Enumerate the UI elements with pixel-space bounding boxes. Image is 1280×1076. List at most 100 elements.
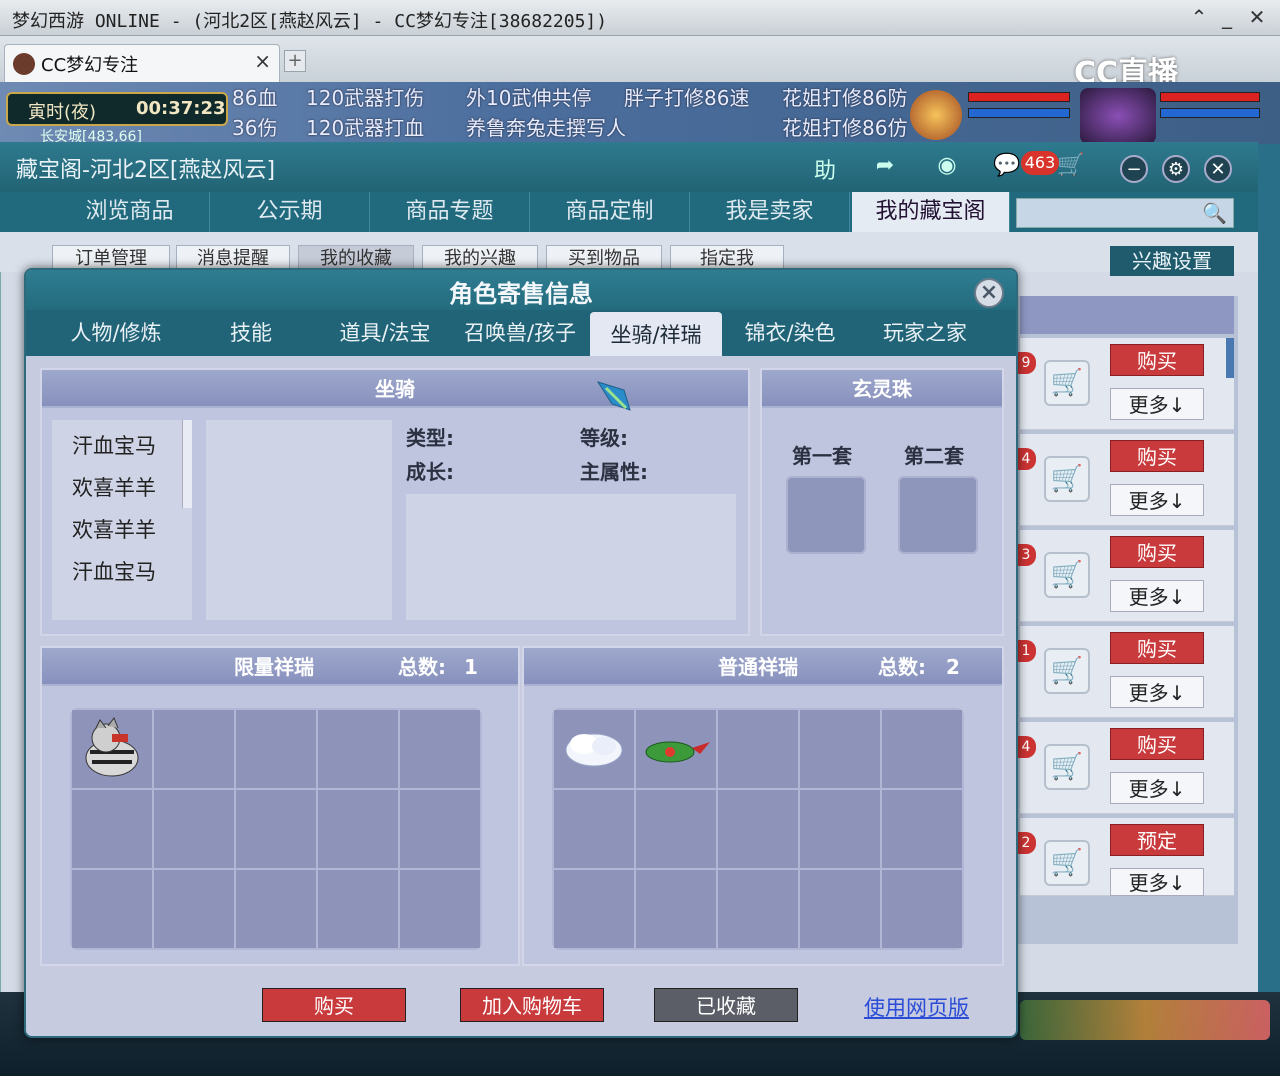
- tab-items[interactable]: 道具/法宝: [320, 310, 450, 356]
- more-button[interactable]: 更多↓: [1110, 580, 1204, 612]
- minimize-icon[interactable]: _: [1214, 5, 1240, 29]
- tab-close-icon[interactable]: ×: [254, 49, 271, 73]
- grid-cell[interactable]: [400, 790, 480, 868]
- tab-mounts[interactable]: 坐骑/祥瑞: [590, 312, 722, 356]
- reserve-button[interactable]: 预定: [1110, 824, 1204, 856]
- grid-cell[interactable]: [554, 710, 634, 788]
- more-button[interactable]: 更多↓: [1110, 484, 1204, 516]
- tab-skills[interactable]: 技能: [186, 310, 316, 356]
- grid-cell[interactable]: [72, 870, 152, 948]
- grid-cell[interactable]: [236, 790, 316, 868]
- chat-icon[interactable]: 💬: [990, 153, 1024, 183]
- mount-type-label: 类型:: [406, 426, 454, 450]
- grid-cell[interactable]: [800, 710, 880, 788]
- browser-tab[interactable]: CC梦幻专注 ×: [4, 44, 280, 82]
- buy-button[interactable]: 购买: [1110, 440, 1204, 472]
- grid-cell[interactable]: [400, 870, 480, 948]
- more-button[interactable]: 更多↓: [1110, 676, 1204, 708]
- buy-button[interactable]: 购买: [1110, 632, 1204, 664]
- more-button[interactable]: 更多↓: [1110, 868, 1204, 896]
- buy-button[interactable]: 购买: [1110, 536, 1204, 568]
- web-version-link[interactable]: 使用网页版: [864, 992, 969, 1022]
- grid-cell[interactable]: [636, 870, 716, 948]
- quick-bar-icons[interactable]: [1020, 1000, 1270, 1040]
- tab-summons[interactable]: 召唤兽/孩子: [452, 310, 588, 356]
- cart-icon[interactable]: 🛒: [1044, 840, 1090, 886]
- grid-cell[interactable]: [400, 710, 480, 788]
- grid-cell[interactable]: [236, 870, 316, 948]
- mount-list-scrollbar[interactable]: [182, 420, 192, 508]
- cart-icon[interactable]: 🛒: [1044, 456, 1090, 502]
- grid-cell[interactable]: [718, 710, 798, 788]
- tab-home[interactable]: 玩家之家: [860, 310, 990, 356]
- grid-cell[interactable]: [882, 870, 962, 948]
- mount-list-item[interactable]: 汗血宝马: [72, 556, 156, 586]
- grid-cell[interactable]: [882, 790, 962, 868]
- limited-total: 1: [464, 655, 478, 679]
- nav-my-cangbaoge[interactable]: 我的藏宝阁: [852, 192, 1010, 232]
- more-button[interactable]: 更多↓: [1110, 772, 1204, 804]
- grid-cell[interactable]: [72, 790, 152, 868]
- nav-custom[interactable]: 商品定制: [530, 192, 690, 232]
- cart-icon[interactable]: 🛒: [1044, 744, 1090, 790]
- close-window-icon[interactable]: ✕: [1244, 5, 1270, 29]
- close-icon[interactable]: ×: [974, 278, 1004, 308]
- grid-cell[interactable]: [636, 790, 716, 868]
- grid-cell[interactable]: [72, 710, 152, 788]
- grid-cell[interactable]: [882, 710, 962, 788]
- cart-icon[interactable]: 🛒: [1044, 552, 1090, 598]
- search-input[interactable]: 🔍: [1016, 198, 1234, 228]
- new-tab-button[interactable]: +: [284, 50, 306, 72]
- close-icon[interactable]: ✕: [1204, 155, 1232, 183]
- grid-cell[interactable]: [636, 710, 716, 788]
- help-icon[interactable]: 助: [808, 153, 842, 184]
- grid-cell[interactable]: [318, 790, 398, 868]
- nav-browse[interactable]: 浏览商品: [50, 192, 210, 232]
- cart-icon[interactable]: 🛒: [1044, 360, 1090, 406]
- grid-cell[interactable]: [554, 790, 634, 868]
- more-button[interactable]: 更多↓: [1110, 388, 1204, 420]
- cangbaoge-title: 藏宝阁-河北2区[燕赵风云]: [16, 158, 276, 183]
- dialog-header: 角色寄售信息: [26, 270, 1016, 310]
- mount-list-item[interactable]: 欢喜羊羊: [72, 514, 156, 544]
- tab-avatar-icon: [13, 53, 35, 75]
- cart-icon[interactable]: 🛒: [1054, 153, 1088, 183]
- share-icon[interactable]: ➦: [868, 153, 902, 183]
- grid-cell[interactable]: [554, 870, 634, 948]
- add-to-cart-button[interactable]: 加入购物车: [460, 988, 604, 1022]
- grid-cell[interactable]: [318, 710, 398, 788]
- pearl-slot-1[interactable]: [786, 476, 866, 554]
- tab-character[interactable]: 人物/修炼: [46, 310, 186, 356]
- record-icon[interactable]: ◉: [930, 153, 964, 183]
- interest-settings-button[interactable]: 兴趣设置: [1110, 246, 1234, 276]
- buy-button[interactable]: 购买: [1110, 344, 1204, 376]
- nav-seller[interactable]: 我是卖家: [690, 192, 850, 232]
- mount-list-item[interactable]: 欢喜羊羊: [72, 472, 156, 502]
- buy-button[interactable]: 购买: [262, 988, 406, 1022]
- grid-cell[interactable]: [154, 710, 234, 788]
- favorited-button[interactable]: 已收藏: [654, 988, 798, 1022]
- pet-avatar[interactable]: [910, 90, 962, 140]
- minus-icon[interactable]: −: [1120, 155, 1148, 183]
- nav-publicity[interactable]: 公示期: [210, 192, 370, 232]
- grid-cell[interactable]: [800, 790, 880, 868]
- tab-outfits[interactable]: 锦衣/染色: [722, 310, 858, 356]
- grid-cell[interactable]: [800, 870, 880, 948]
- pearl-slot-2[interactable]: [898, 476, 978, 554]
- mount-list-item[interactable]: 汗血宝马: [72, 430, 156, 460]
- feather-icon: [594, 376, 634, 416]
- grid-cell[interactable]: [154, 870, 234, 948]
- nav-topics[interactable]: 商品专题: [370, 192, 530, 232]
- gear-icon[interactable]: ⚙: [1162, 155, 1190, 183]
- collapse-icon[interactable]: ⌃: [1186, 5, 1212, 29]
- cart-icon[interactable]: 🛒: [1044, 648, 1090, 694]
- buy-button[interactable]: 购买: [1110, 728, 1204, 760]
- grid-cell[interactable]: [236, 710, 316, 788]
- grid-cell[interactable]: [318, 870, 398, 948]
- list-scrollbar[interactable]: [1226, 338, 1234, 378]
- grid-cell[interactable]: [718, 870, 798, 948]
- grid-cell[interactable]: [154, 790, 234, 868]
- grid-cell[interactable]: [718, 790, 798, 868]
- search-icon[interactable]: 🔍: [1202, 201, 1227, 225]
- player-avatar[interactable]: [1080, 88, 1156, 144]
